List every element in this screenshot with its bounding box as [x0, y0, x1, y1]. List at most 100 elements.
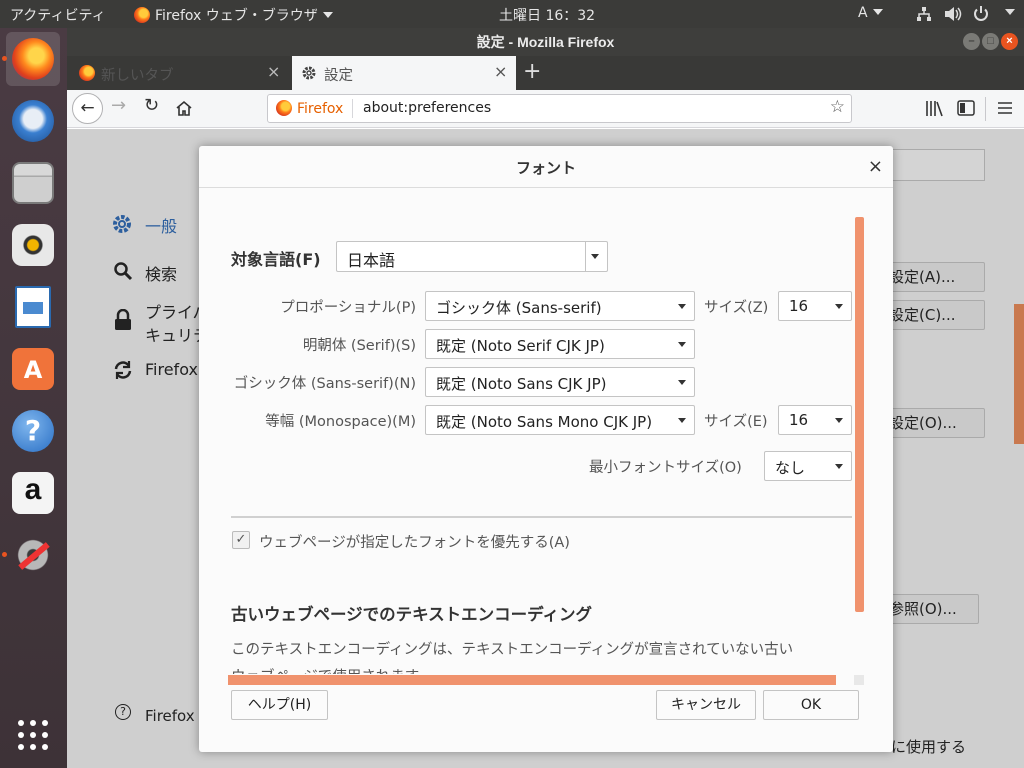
url-bar[interactable]: Firefox about:preferences ☆	[267, 94, 852, 123]
identity-label: Firefox	[297, 101, 344, 117]
select-value: 既定 (Noto Sans Mono CJK JP)	[436, 413, 653, 431]
launcher-writer[interactable]	[6, 280, 60, 334]
sans-serif-select[interactable]: 既定 (Noto Sans CJK JP)	[425, 367, 695, 397]
writer-icon-image	[23, 302, 43, 314]
page-scrollbar[interactable]	[1014, 304, 1024, 444]
proportional-select[interactable]: ゴシック体 (Sans-serif)	[425, 291, 695, 321]
tab-settings[interactable]: 設定 ×	[292, 56, 516, 90]
show-apps-icon	[18, 720, 48, 750]
scrollbar-corner	[854, 675, 864, 685]
bookmark-star-icon[interactable]: ☆	[830, 97, 845, 117]
help-icon: ?	[115, 704, 131, 720]
button-label: 設定(O)...	[889, 414, 957, 432]
close-icon[interactable]: ×	[868, 156, 883, 177]
advanced-settings-a-button[interactable]: 設定(A)...	[882, 262, 985, 292]
gear-icon	[113, 215, 131, 233]
gear-icon	[302, 66, 316, 80]
launcher-settings[interactable]	[2, 528, 60, 582]
back-button[interactable]: ←	[72, 93, 103, 124]
url-separator	[352, 99, 353, 118]
url-text[interactable]: about:preferences	[363, 100, 491, 116]
forward-button[interactable]: →	[111, 95, 126, 116]
reload-button[interactable]: ↻	[144, 95, 159, 116]
volume-icon[interactable]	[944, 6, 962, 26]
lock-icon	[115, 309, 131, 330]
ok-button[interactable]: OK	[763, 690, 859, 720]
rhythmbox-icon	[12, 224, 54, 266]
close-icon[interactable]: ×	[494, 62, 507, 81]
show-applications[interactable]	[6, 708, 60, 762]
close-window-button[interactable]: ×	[1001, 33, 1018, 50]
monospace-select[interactable]: 既定 (Noto Sans Mono CJK JP)	[425, 405, 695, 435]
system-menu-chevron[interactable]	[1000, 5, 1015, 21]
home-icon[interactable]	[175, 100, 193, 117]
clock[interactable]: 土曜日 16：32	[499, 5, 595, 25]
maximize-button[interactable]: □	[982, 33, 999, 50]
button-label: 参照(O)...	[889, 600, 957, 618]
target-language-select[interactable]: 日本語	[336, 241, 608, 272]
fonts-dialog: フォント × 対象言語(F) 日本語 プロポーショナル(P) ゴシック体 (Sa…	[199, 146, 893, 752]
allow-fonts-checkbox[interactable]: ✓	[232, 531, 250, 549]
launcher-firefox[interactable]	[2, 32, 60, 86]
sidebar-icon[interactable]	[957, 100, 975, 116]
chevron-down-icon	[872, 9, 883, 15]
app-menu[interactable]: Firefox ウェブ・ブラウザ	[134, 5, 333, 25]
amazon-icon: a	[12, 472, 54, 514]
button-label: キャンセル	[671, 697, 741, 713]
window-title: 設定 - Mozilla Firefox	[476, 34, 615, 50]
launcher-files[interactable]	[6, 156, 60, 210]
encoding-description: このテキストエンコーディングは、テキストエンコーディングが宣言されていない古い	[231, 642, 794, 658]
button-label: OK	[800, 697, 822, 713]
horizontal-scrollbar[interactable]	[228, 675, 836, 685]
wrench-icon	[18, 542, 50, 570]
activities-button[interactable]: アクティビティ	[10, 5, 106, 25]
launcher-help[interactable]: ?	[6, 404, 60, 458]
target-language-label: 対象言語(F)	[231, 250, 321, 269]
library-icon[interactable]	[925, 100, 943, 117]
advanced-settings-c-button[interactable]: 設定(C)...	[882, 300, 985, 330]
minimize-button[interactable]: –	[963, 33, 980, 50]
hamburger-menu-icon[interactable]	[997, 100, 1013, 116]
button-label: 設定(A)...	[889, 268, 956, 286]
chevron-down-icon	[322, 12, 333, 18]
identity-box[interactable]: Firefox	[276, 100, 343, 117]
app-menu-label: Firefox ウェブ・ブラウザ	[155, 8, 318, 24]
chevron-down-icon	[835, 418, 843, 423]
chevron-down-icon	[678, 418, 686, 423]
allow-fonts-label[interactable]: ウェブページが指定したフォントを優先する(A)	[259, 531, 570, 552]
window-titlebar[interactable]: 設定 - Mozilla Firefox – □ ×	[67, 28, 1024, 56]
serif-select[interactable]: 既定 (Noto Serif CJK JP)	[425, 329, 695, 359]
browse-button[interactable]: 参照(O)...	[882, 594, 979, 624]
launcher-thunderbird[interactable]	[6, 94, 60, 148]
launcher-software[interactable]: A	[6, 342, 60, 396]
button-label: ヘルプ(H)	[247, 697, 312, 713]
minimum-font-size-select[interactable]: なし	[764, 451, 852, 481]
nav-sync[interactable]: Firefox	[145, 360, 198, 379]
nav-general[interactable]: 一般	[145, 213, 177, 237]
nav-search[interactable]: 検索	[145, 261, 177, 285]
power-icon[interactable]	[972, 5, 990, 27]
chevron-down-icon	[835, 304, 843, 309]
proportional-size-select[interactable]: 16	[778, 291, 852, 321]
close-icon[interactable]: ×	[267, 62, 280, 81]
chevron-down-icon	[835, 464, 843, 469]
new-tab-button[interactable]: +	[523, 59, 541, 84]
advanced-settings-o-button[interactable]: 設定(O)...	[882, 408, 985, 438]
tab-label: 新しいタブ	[101, 68, 174, 84]
vertical-scrollbar[interactable]	[855, 217, 864, 612]
input-method-indicator[interactable]: A	[858, 5, 883, 21]
chevron-down-icon	[1005, 9, 1015, 15]
encoding-heading: 古いウェブページでのテキストエンコーディング	[231, 605, 593, 624]
launcher-rhythmbox[interactable]	[6, 218, 60, 272]
network-icon[interactable]	[916, 6, 932, 26]
monospace-size-select[interactable]: 16	[778, 405, 852, 435]
launcher-amazon[interactable]: a	[6, 466, 60, 520]
chevron-down-icon	[678, 342, 686, 347]
cancel-button[interactable]: キャンセル	[656, 690, 756, 720]
firefox-icon	[79, 65, 95, 81]
tab-new-tab[interactable]: 新しいタブ ×	[69, 56, 289, 90]
writer-icon	[15, 286, 51, 328]
select-value: 既定 (Noto Sans CJK JP)	[436, 375, 607, 393]
help-button[interactable]: ヘルプ(H)	[231, 690, 328, 720]
tab-label: 設定	[324, 68, 353, 84]
